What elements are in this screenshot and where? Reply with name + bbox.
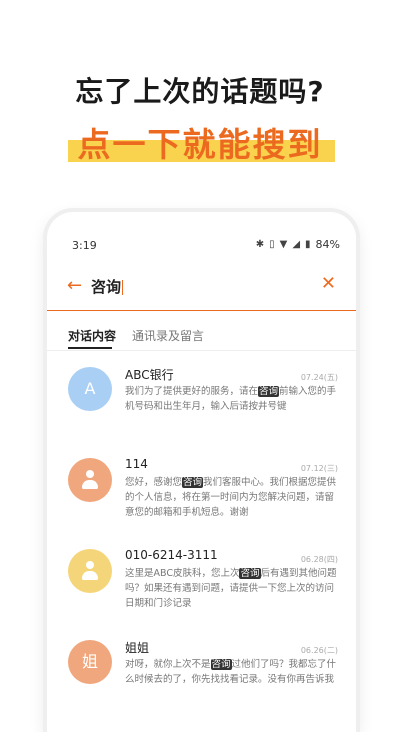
- avatar-letter: A: [84, 379, 96, 398]
- active-tab-indicator: [68, 347, 112, 349]
- tab-bar: 对话内容 通讯录及留言: [47, 322, 356, 351]
- list-item[interactable]: A ABC银行 07.24(五) 我们为了提供更好的服务，请在咨询前输入您的手机…: [47, 360, 356, 451]
- text-cursor: [122, 280, 124, 295]
- message-date: 06.28(四): [300, 555, 338, 564]
- avatar-letter: 姐: [81, 652, 98, 671]
- arrow-left-icon[interactable]: ←: [67, 275, 82, 296]
- battery-icon: ▮: [305, 239, 311, 250]
- phone-frame: 3:19 ✱ ▯ ▼ ◢ ▮ 84% ← 咨询 ✕ 对话内容 通讯录及留言 A …: [47, 212, 356, 732]
- match-highlight: 咨询: [258, 386, 280, 397]
- avatar: [68, 458, 112, 502]
- match-highlight: 咨询: [210, 659, 232, 670]
- message-date: 06.26(二): [300, 646, 338, 655]
- match-highlight: 咨询: [239, 568, 261, 579]
- vibrate-icon: ▯: [269, 239, 275, 250]
- highlight-banner: 点一下就能搜到: [0, 118, 400, 166]
- contact-name: 114: [125, 457, 148, 471]
- message-date: 07.24(五): [300, 373, 338, 382]
- wifi-icon: ▼: [279, 239, 288, 250]
- avatar: [68, 549, 112, 593]
- list-item[interactable]: 姐 姐姐 06.26(二) 对呀，就你上次不是咨询过他们了吗？我都忘了什么时候去…: [47, 633, 356, 724]
- search-input[interactable]: 咨询: [91, 276, 124, 297]
- match-highlight: 咨询: [182, 477, 204, 488]
- avatar: A: [68, 367, 112, 411]
- contact-name: 010-6214-3111: [125, 548, 218, 562]
- status-time: 3:19: [72, 239, 97, 252]
- person-icon: [82, 561, 98, 581]
- person-icon: [82, 470, 98, 490]
- message-text: 这里是ABC皮肤科，您上次: [125, 568, 240, 579]
- list-item[interactable]: 114 07.12(三) 您好，感谢您咨询我们客服中心。我们根据您提供的个人信息…: [47, 451, 356, 542]
- tab-contacts-messages[interactable]: 通讯录及留言: [132, 327, 204, 344]
- result-list: A ABC银行 07.24(五) 我们为了提供更好的服务，请在咨询前输入您的手机…: [47, 360, 356, 724]
- headline: 忘了上次的话题吗?: [75, 75, 325, 108]
- message-text: 我们为了提供更好的服务，请在: [125, 386, 259, 397]
- bluetooth-icon: ✱: [255, 239, 265, 250]
- message-preview: 这里是ABC皮肤科，您上次咨询后有遇到其他问题吗？如果还有遇到问题，请提供一下您…: [125, 566, 337, 611]
- contact-name: ABC银行: [125, 368, 174, 382]
- message-preview: 您好，感谢您咨询我们客服中心。我们根据您提供的个人信息，将在第一时间内为您解决问…: [125, 475, 337, 520]
- highlight-text: 点一下就能搜到: [67, 118, 335, 166]
- message-text: 您好，感谢您: [125, 477, 183, 488]
- close-icon[interactable]: ✕: [321, 273, 336, 294]
- contact-name: 姐姐: [125, 641, 150, 655]
- message-preview: 我们为了提供更好的服务，请在咨询前输入您的手机号码和出生年月，输入后请按井号键: [125, 384, 337, 414]
- list-item[interactable]: 010-6214-3111 06.28(四) 这里是ABC皮肤科，您上次咨询后有…: [47, 542, 356, 633]
- message-preview: 对呀，就你上次不是咨询过他们了吗？我都忘了什么时候去的了，你先找找看记录。没有你…: [125, 657, 337, 687]
- search-query: 咨询: [91, 278, 122, 296]
- search-bar: ← 咨询 ✕: [47, 270, 356, 311]
- tab-conversations[interactable]: 对话内容: [68, 327, 116, 344]
- status-icons: ✱ ▯ ▼ ◢ ▮ 84%: [256, 238, 340, 251]
- battery-level: 84%: [315, 238, 340, 251]
- message-date: 07.12(三): [300, 464, 338, 473]
- status-bar: 3:19 ✱ ▯ ▼ ◢ ▮ 84%: [47, 234, 356, 258]
- signal-icon: ◢: [292, 239, 301, 250]
- message-text: 对呀，就你上次不是: [125, 659, 211, 670]
- avatar: 姐: [68, 640, 112, 684]
